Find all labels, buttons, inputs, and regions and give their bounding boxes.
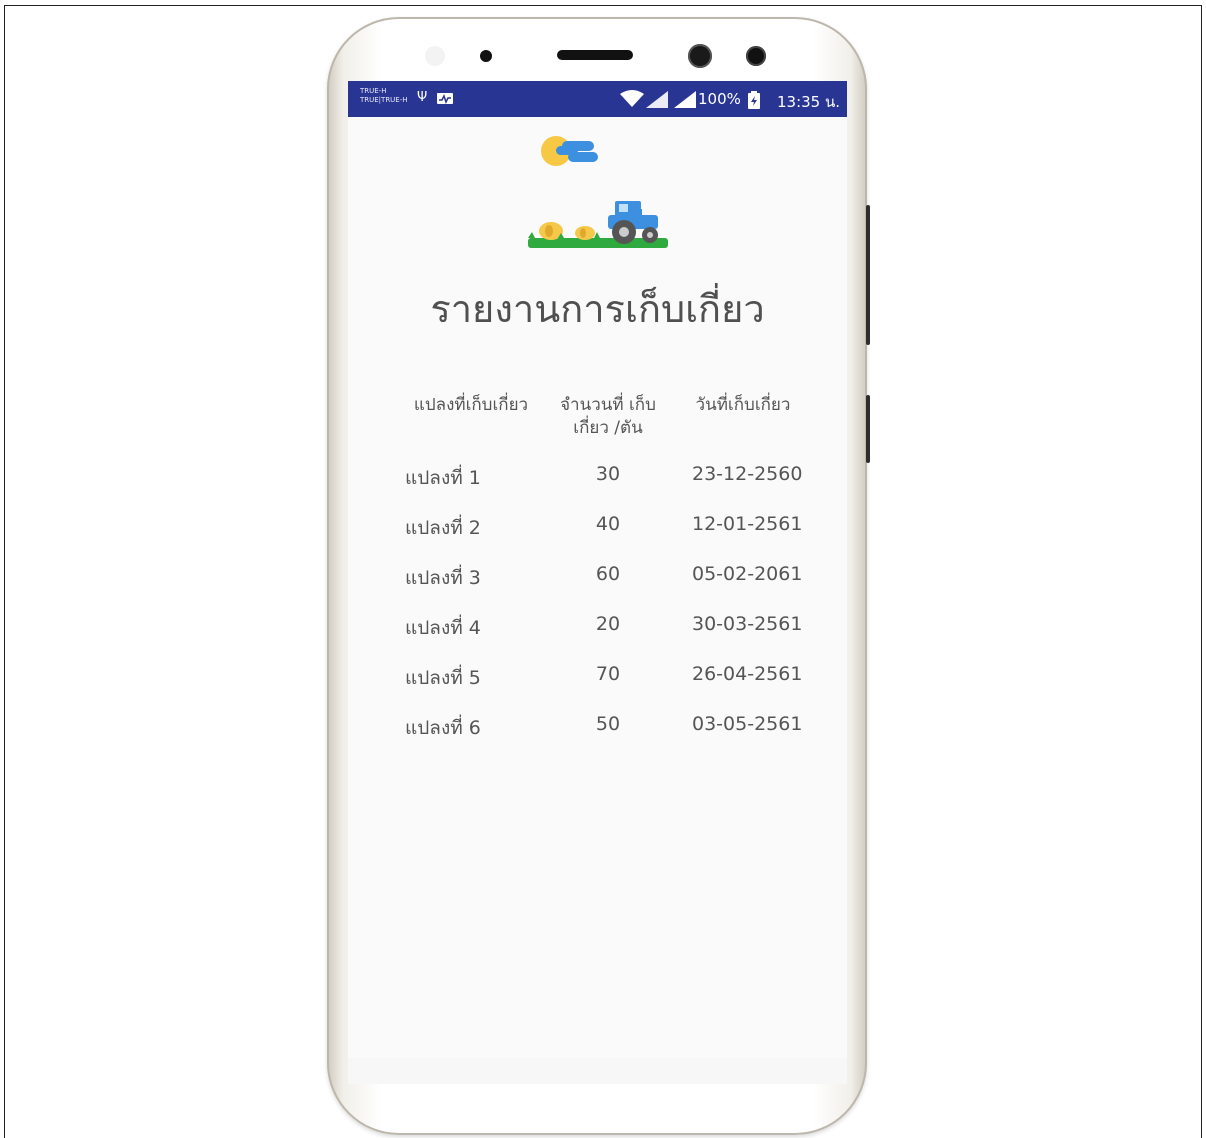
carrier-label: TRUE-H TRUE|TRUE-H — [360, 87, 408, 105]
cell-plot: แปลงที่ 2 — [405, 517, 481, 539]
cell-plot: แปลงที่ 4 — [405, 617, 481, 639]
header-amount-line2: เกี่ยว /ตัน — [573, 418, 643, 438]
navigation-bar — [348, 1058, 847, 1084]
cell-plot: แปลงที่ 5 — [405, 667, 481, 689]
volume-button — [866, 205, 870, 345]
header-date: วันที่เก็บเกี่ยว — [695, 395, 791, 415]
table-row: แปลงที่ 5 70 26-04-2561 — [348, 663, 847, 693]
proximity-sensor — [425, 46, 445, 66]
cell-date: 26-04-2561 — [692, 663, 803, 685]
light-sensor — [480, 50, 492, 62]
front-camera — [688, 44, 712, 68]
status-clock: 13:35 น. — [777, 93, 841, 111]
cell-plot: แปลงที่ 1 — [405, 467, 481, 489]
battery-percent: 100% — [698, 90, 741, 108]
wifi-icon — [620, 90, 644, 107]
cell-amount: 60 — [595, 563, 621, 585]
cell-amount: 20 — [595, 613, 621, 635]
cell-date: 12-01-2561 — [692, 513, 803, 535]
table-row: แปลงที่ 4 20 30-03-2561 — [348, 613, 847, 643]
activity-icon — [437, 93, 453, 104]
cell-plot: แปลงที่ 3 — [405, 567, 481, 589]
carrier-line-2: TRUE|TRUE-H — [360, 96, 408, 104]
cell-amount: 50 — [595, 713, 621, 735]
secondary-camera — [746, 46, 766, 66]
battery-icon — [748, 91, 760, 109]
phone-screen: TRUE-H TRUE|TRUE-H Ψ 100% 13:35 น. รายงา… — [348, 81, 847, 1058]
cell-date: 05-02-2061 — [692, 563, 803, 585]
usb-icon: Ψ — [417, 90, 428, 105]
cell-date: 23-12-2560 — [692, 463, 803, 485]
header-amount-line1: จำนวนที่ เก็บ — [560, 395, 656, 415]
cell-amount: 70 — [595, 663, 621, 685]
earpiece-speaker — [557, 50, 633, 60]
sun-cloud-icon — [541, 136, 598, 166]
cell-amount: 30 — [595, 463, 621, 485]
header-plot: แปลงที่เก็บเกี่ยว — [413, 395, 529, 415]
cell-date: 03-05-2561 — [692, 713, 803, 735]
carrier-line-1: TRUE-H — [360, 87, 387, 95]
header-amount: จำนวนที่ เก็บ เกี่ยว /ตัน — [548, 394, 668, 440]
table-row: แปลงที่ 6 50 03-05-2561 — [348, 713, 847, 743]
signal-icon — [646, 91, 668, 108]
cell-plot: แปลงที่ 6 — [405, 717, 481, 739]
table-row: แปลงที่ 1 30 23-12-2560 — [348, 463, 847, 493]
signal-icon-2 — [674, 91, 696, 108]
page-title: รายงานการเก็บเกี่ยว — [430, 287, 765, 331]
table-row: แปลงที่ 2 40 12-01-2561 — [348, 513, 847, 543]
power-button — [866, 395, 870, 463]
cell-amount: 40 — [595, 513, 621, 535]
status-bar: TRUE-H TRUE|TRUE-H Ψ 100% 13:35 น. — [348, 81, 847, 117]
table-row: แปลงที่ 3 60 05-02-2061 — [348, 563, 847, 593]
cell-date: 30-03-2561 — [692, 613, 803, 635]
tractor-icon — [528, 201, 668, 248]
